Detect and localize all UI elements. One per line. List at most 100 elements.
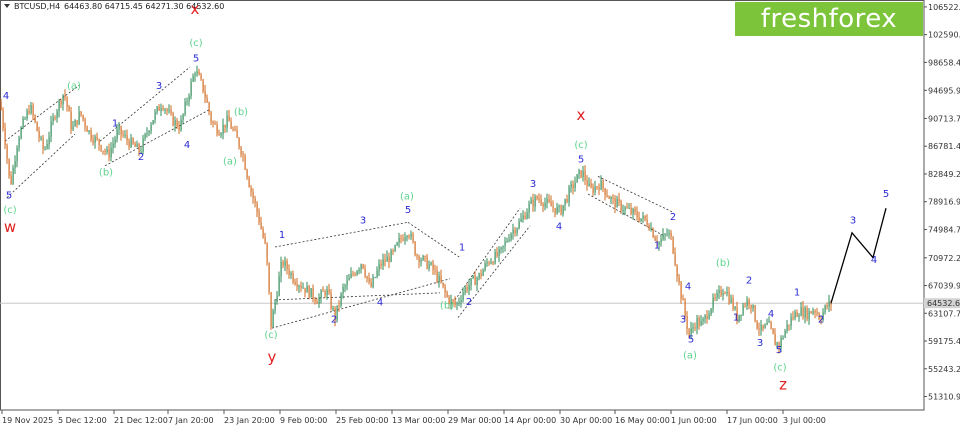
candle-bear bbox=[224, 124, 226, 128]
candle-bull bbox=[664, 234, 666, 236]
candle-bear bbox=[364, 268, 366, 277]
candle-bull bbox=[58, 100, 60, 112]
candle-bear bbox=[678, 277, 680, 283]
candle-bear bbox=[204, 91, 206, 98]
candle-bear bbox=[84, 119, 86, 127]
price-chart[interactable]: 106522.95 102590.70 98658.45 94695.95 90713.… bbox=[0, 0, 960, 425]
candle-bull bbox=[468, 285, 470, 291]
candle-bull bbox=[326, 289, 328, 295]
candle-bull bbox=[642, 215, 644, 219]
candle-bear bbox=[392, 250, 394, 252]
candle-bull bbox=[476, 278, 478, 286]
candle-bear bbox=[162, 108, 164, 110]
candle-bear bbox=[770, 321, 772, 329]
candle-bear bbox=[292, 273, 294, 282]
candle-bear bbox=[288, 269, 290, 276]
candle-bear bbox=[370, 281, 372, 287]
candle-bear bbox=[86, 126, 88, 132]
symbol-dropdown-icon[interactable] bbox=[4, 4, 10, 8]
candle-bear bbox=[670, 232, 672, 237]
candle-bear bbox=[634, 208, 636, 212]
candle-bear bbox=[210, 112, 212, 122]
candle-bull bbox=[746, 300, 748, 306]
candle-bull bbox=[760, 324, 762, 330]
wave-label: 4 bbox=[768, 309, 774, 320]
candle-bull bbox=[360, 264, 362, 270]
candle-bear bbox=[488, 262, 490, 264]
candle-bear bbox=[474, 276, 476, 286]
y-tick-label: 90713.70 bbox=[928, 114, 960, 123]
candle-bull bbox=[628, 208, 630, 210]
candle-bear bbox=[758, 328, 760, 330]
candle-bear bbox=[756, 321, 758, 329]
candle-bear bbox=[38, 131, 40, 139]
channel-line bbox=[4, 84, 81, 142]
wave-label: 1 bbox=[733, 312, 739, 323]
candle-bear bbox=[64, 94, 66, 98]
candle-bull bbox=[726, 292, 728, 294]
candle-bull bbox=[458, 301, 460, 303]
candle-bear bbox=[68, 106, 70, 112]
candle-bull bbox=[570, 184, 572, 188]
candle-bull bbox=[512, 229, 514, 234]
candle-bear bbox=[308, 286, 310, 298]
candle-bull bbox=[160, 108, 162, 111]
candle-bear bbox=[198, 71, 200, 75]
candle-bull bbox=[510, 233, 512, 240]
candle-bull bbox=[320, 290, 322, 298]
candle-bull bbox=[136, 143, 138, 147]
wave-label: 1 bbox=[654, 240, 660, 251]
candle-bear bbox=[202, 79, 204, 92]
x-tick-label: 3 Jul 00:00 bbox=[783, 416, 826, 425]
wave-label: 4 bbox=[3, 91, 9, 102]
candle-bear bbox=[602, 180, 604, 189]
candle-bear bbox=[728, 292, 730, 303]
channel-line bbox=[274, 221, 409, 248]
y-tick-label: 74984.70 bbox=[928, 225, 960, 234]
candle-bull bbox=[824, 305, 826, 313]
x-tick-label: 16 May 00:00 bbox=[615, 416, 670, 425]
candle-bear bbox=[300, 285, 302, 288]
candle-bear bbox=[134, 143, 136, 147]
candle-bear bbox=[328, 289, 330, 294]
candle-bull bbox=[382, 259, 384, 266]
candle-bull bbox=[24, 118, 26, 120]
candle-bear bbox=[440, 275, 442, 283]
wave-label: 3 bbox=[156, 81, 162, 92]
candle-bull bbox=[534, 196, 536, 207]
x-tick-label: 17 Jun 00:00 bbox=[727, 416, 778, 425]
candle-bear bbox=[676, 265, 678, 278]
candle-bull bbox=[526, 212, 528, 219]
candle-bull bbox=[588, 183, 590, 187]
wave-label: 3 bbox=[850, 216, 856, 227]
y-tick-label: 106522.95 bbox=[928, 3, 960, 12]
wave-label: 2 bbox=[746, 276, 752, 287]
y-tick-label: 82849.20 bbox=[928, 170, 960, 179]
candle-bear bbox=[590, 183, 592, 188]
y-tick-label: 78916.95 bbox=[928, 198, 960, 207]
candle-bull bbox=[786, 324, 788, 331]
candle-bear bbox=[80, 111, 82, 116]
candle-bear bbox=[228, 115, 230, 122]
candle-bear bbox=[672, 236, 674, 253]
candle-bear bbox=[480, 273, 482, 276]
candle-bull bbox=[194, 73, 196, 76]
candle-bull bbox=[340, 293, 342, 306]
candle-bear bbox=[212, 121, 214, 124]
candle-bull bbox=[494, 251, 496, 264]
candle-bear bbox=[618, 198, 620, 202]
candle-bull bbox=[504, 241, 506, 246]
candle-bull bbox=[624, 207, 626, 211]
candle-bull bbox=[174, 120, 176, 126]
candle-bull bbox=[718, 289, 720, 293]
candle-bull bbox=[562, 205, 564, 215]
candle-bear bbox=[316, 301, 318, 304]
channel-line bbox=[99, 66, 191, 142]
candle-bear bbox=[806, 308, 808, 320]
candle-bull bbox=[632, 208, 634, 214]
candle-bull bbox=[186, 101, 188, 103]
wave-label: (a) bbox=[67, 81, 81, 92]
wave-label: 3 bbox=[360, 216, 366, 227]
candle-bear bbox=[636, 211, 638, 218]
wave-label: 5 bbox=[6, 190, 12, 201]
